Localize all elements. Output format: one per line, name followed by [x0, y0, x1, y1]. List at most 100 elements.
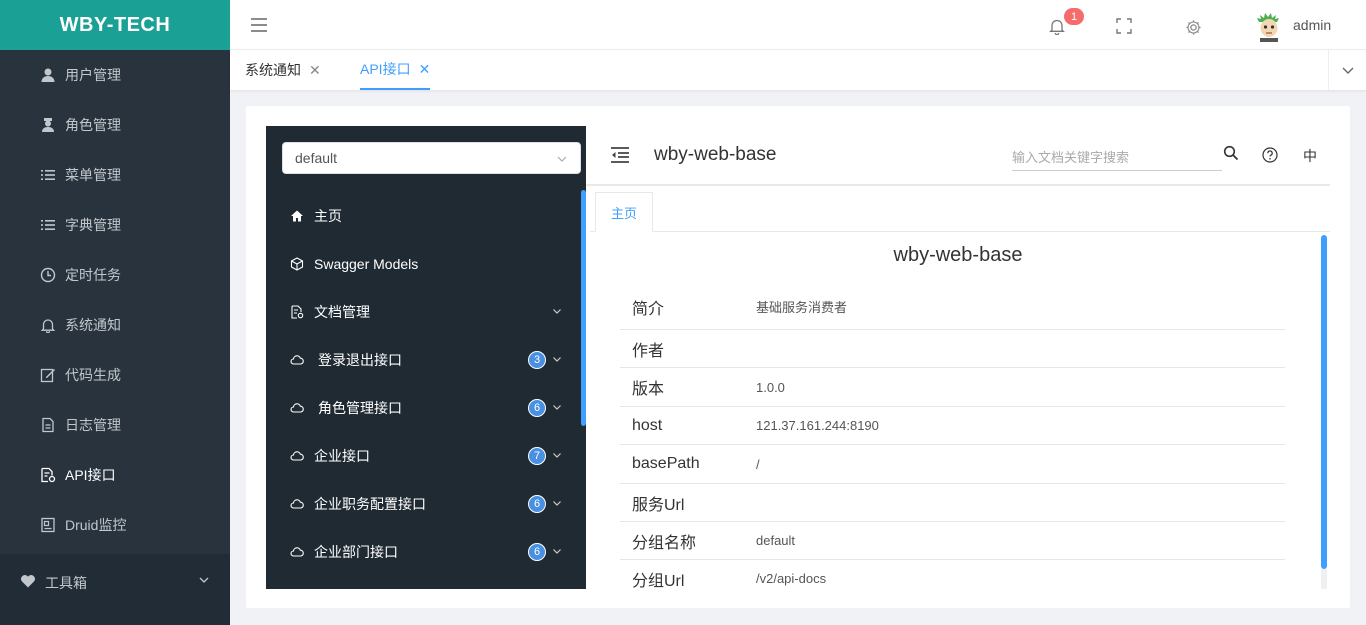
- doc-menu-enterprise[interactable]: 企业接口 7: [266, 432, 581, 480]
- info-row: basePath /: [620, 445, 1285, 484]
- doc-body-title: wby-web-base: [893, 244, 1023, 266]
- info-row: 分组名称 default: [620, 522, 1285, 560]
- home-icon: [290, 209, 304, 223]
- info-row: 分组Url /v2/api-docs: [620, 560, 1285, 589]
- cloud-icon: [290, 449, 304, 463]
- cloud-icon: [290, 497, 304, 511]
- doc-menu-label: Swagger Models: [314, 256, 419, 272]
- doc-header: wby-web-base 输入文档关键字搜索 中: [586, 126, 1330, 186]
- info-value: 121.37.161.244:8190: [756, 418, 879, 433]
- info-value: default: [756, 533, 796, 548]
- tab-home[interactable]: 主页: [595, 192, 653, 232]
- doc-sidebar-scrollbar[interactable]: [581, 190, 586, 426]
- info-row: 作者: [620, 330, 1285, 368]
- fullscreen-icon[interactable]: [1116, 18, 1132, 34]
- doc-sidebar: default 主页 Swagger Models 文档管理 登录退出接口 3 …: [266, 126, 586, 589]
- cloud-icon: [290, 545, 304, 559]
- chevron-down-icon: [199, 577, 209, 583]
- avatar[interactable]: [1256, 12, 1282, 42]
- info-value: 1.0.0: [756, 379, 785, 395]
- content-card: default 主页 Swagger Models 文档管理 登录退出接口 3 …: [246, 106, 1350, 608]
- doc-menu-swagger-models[interactable]: Swagger Models: [266, 240, 581, 288]
- document-icon: [40, 417, 56, 433]
- doc-menu-enterprise-department[interactable]: 企业部门接口 6: [266, 528, 581, 576]
- info-row: 版本 1.0.0: [620, 368, 1285, 407]
- info-value: /: [756, 456, 760, 472]
- sidebar-item-notifications[interactable]: 系统通知: [0, 300, 230, 350]
- sidebar-item-label: API接口: [65, 467, 116, 483]
- count-badge: 6: [528, 495, 546, 513]
- search-icon[interactable]: [1223, 145, 1239, 161]
- sidebar-item-dictionary[interactable]: 字典管理: [0, 200, 230, 250]
- tab-label: API接口: [360, 61, 411, 77]
- list-icon: [40, 217, 56, 233]
- tabs-more-button[interactable]: [1328, 50, 1366, 90]
- doc-menu-role-manage[interactable]: 角色管理接口 6: [266, 384, 581, 432]
- doc-menu-enterprise-position[interactable]: 企业职务配置接口 6: [266, 480, 581, 528]
- sidebar-item-label: 系统通知: [65, 317, 121, 333]
- doc-search-input[interactable]: 输入文档关键字搜索: [1012, 144, 1222, 171]
- app-logo: WBY-TECH: [0, 0, 230, 50]
- cloud-icon: [290, 401, 304, 415]
- bell-icon: [40, 317, 56, 333]
- close-icon[interactable]: ✕: [419, 61, 431, 78]
- sidebar-item-label: 用户管理: [65, 67, 121, 83]
- doc-menu-login-logout[interactable]: 登录退出接口 3: [266, 336, 581, 384]
- edit-icon: [40, 367, 56, 383]
- doc-menu-label: 企业部门接口: [314, 544, 398, 560]
- tab-system-notice[interactable]: 系统通知 ✕: [245, 50, 321, 90]
- info-key: 作者: [632, 342, 665, 360]
- doc-menu-label: 文档管理: [314, 304, 370, 320]
- info-key: basePath: [632, 455, 700, 472]
- info-key: host: [632, 416, 663, 434]
- role-icon: [40, 117, 56, 133]
- doc-manage-icon: [290, 305, 304, 319]
- sidebar-item-scheduled-tasks[interactable]: 定时任务: [0, 250, 230, 300]
- info-row: 服务Url: [620, 484, 1285, 522]
- doc-title: wby-web-base: [654, 144, 777, 165]
- collapse-menu-icon[interactable]: [610, 146, 630, 164]
- info-key: 简介: [632, 300, 665, 318]
- gear-icon[interactable]: [1185, 19, 1202, 36]
- sidebar-item-label: 定时任务: [65, 267, 121, 283]
- username[interactable]: admin: [1293, 17, 1331, 33]
- doc-body: wby-web-base 简介 基础服务消费者 作者 版本 1.0.0 host…: [590, 232, 1330, 589]
- sidebar-item-label: 字典管理: [65, 217, 121, 233]
- language-toggle[interactable]: 中: [1303, 146, 1317, 166]
- count-badge: 6: [528, 543, 546, 561]
- chevron-down-icon: [553, 453, 561, 458]
- count-badge: 3: [528, 351, 546, 369]
- chevron-down-icon: [553, 405, 561, 410]
- doc-menu-label: 登录退出接口: [318, 352, 402, 368]
- sidebar-item-users[interactable]: 用户管理: [0, 50, 230, 100]
- sidebar-item-label: 日志管理: [65, 417, 121, 433]
- count-badge: 7: [528, 447, 546, 465]
- doc-menu-home[interactable]: 主页: [266, 192, 581, 240]
- sidebar-item-label: Druid监控: [65, 517, 127, 533]
- chevron-down-icon: [553, 357, 561, 362]
- sidebar-item-label: 角色管理: [65, 117, 121, 133]
- doc-menu-doc-manage[interactable]: 文档管理: [266, 288, 581, 336]
- hamburger-icon[interactable]: [250, 17, 268, 33]
- bell-icon[interactable]: [1048, 17, 1066, 35]
- chevron-down-icon: [1342, 67, 1353, 74]
- sidebar-item-druid[interactable]: Druid监控: [0, 500, 230, 550]
- doc-menu-label: 企业职务配置接口: [314, 496, 426, 512]
- sidebar-item-logs[interactable]: 日志管理: [0, 400, 230, 450]
- group-select[interactable]: default: [282, 142, 581, 174]
- sidebar-item-label: 代码生成: [65, 367, 121, 383]
- sidebar-item-code-generation[interactable]: 代码生成: [0, 350, 230, 400]
- close-icon[interactable]: ✕: [309, 62, 321, 79]
- sidebar-item-menus[interactable]: 菜单管理: [0, 150, 230, 200]
- sidebar-group-toolbox[interactable]: 工具箱: [0, 554, 230, 625]
- tab-api[interactable]: API接口 ✕: [360, 50, 431, 90]
- help-icon[interactable]: [1262, 147, 1278, 163]
- chevron-down-icon: [557, 156, 567, 162]
- info-row: host 121.37.161.244:8190: [620, 407, 1285, 445]
- doc-body-scrollbar[interactable]: [1321, 235, 1327, 569]
- chevron-down-icon: [553, 501, 561, 506]
- info-key: 分组名称: [632, 534, 697, 552]
- sidebar-item-api[interactable]: API接口: [0, 450, 230, 500]
- notification-badge: 1: [1064, 8, 1084, 25]
- sidebar-item-roles[interactable]: 角色管理: [0, 100, 230, 150]
